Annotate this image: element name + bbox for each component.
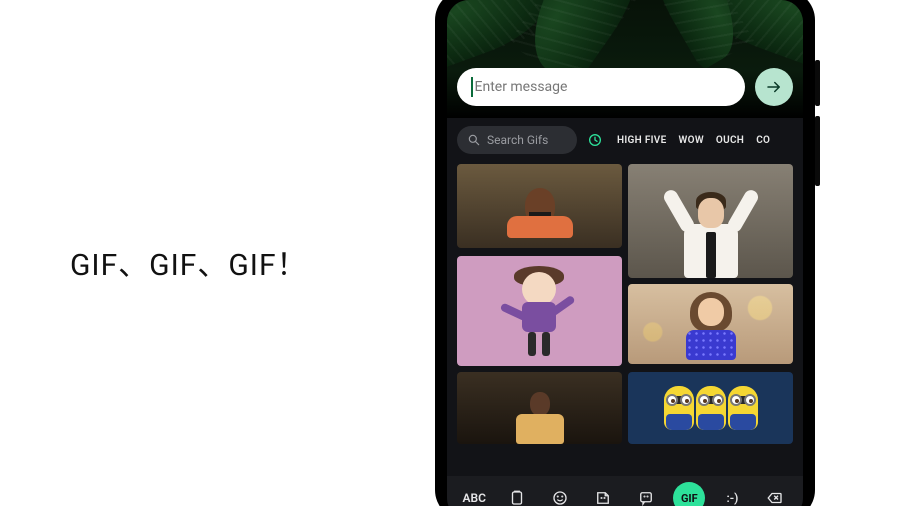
gif-tab-button[interactable]: GIF [673, 482, 705, 506]
gif-category-ouch[interactable]: OUCH [716, 135, 744, 146]
gif-category-strip[interactable]: HIGH FIVE WOW OUCH CO [585, 126, 793, 154]
gif-category-more[interactable]: CO [756, 135, 770, 146]
switch-to-abc-button[interactable]: ABC [459, 482, 490, 506]
phone-side-button-2 [815, 116, 820, 186]
clipboard-button[interactable] [501, 482, 533, 506]
promo-caption: GIF、GIF、GIF！ [70, 240, 308, 284]
keyboard-bottom-bar: ABC GIF :-) [447, 476, 803, 506]
phone-frame: Enter message [435, 0, 815, 506]
gif-keyboard-panel: Search Gifs HIGH FIVE WOW OUCH CO [447, 118, 803, 506]
emoji-icon [551, 489, 569, 506]
message-input[interactable]: Enter message [457, 68, 745, 106]
gif-tile[interactable] [457, 164, 622, 248]
gif-results-grid [447, 160, 803, 476]
gif-tile[interactable] [628, 372, 793, 444]
text-cursor [471, 77, 473, 97]
animated-sticker-button[interactable] [630, 482, 662, 506]
gif-tile[interactable] [628, 284, 793, 364]
send-icon [765, 78, 783, 96]
phone-side-button-1 [815, 60, 820, 106]
sticker-icon [594, 489, 612, 506]
gif-search-input[interactable]: Search Gifs [457, 126, 577, 154]
backspace-button[interactable] [759, 482, 791, 506]
send-button[interactable] [755, 68, 793, 106]
gif-tile[interactable] [457, 372, 622, 444]
clock-icon [587, 132, 603, 148]
message-input-placeholder: Enter message [475, 79, 568, 95]
gif-category-high-five[interactable]: HIGH FIVE [617, 135, 667, 146]
search-icon [467, 133, 481, 147]
chat-wallpaper: Enter message [447, 0, 803, 118]
gif-category-recent[interactable] [585, 126, 605, 154]
emoji-button[interactable] [544, 482, 576, 506]
phone-screen: Enter message [447, 0, 803, 506]
text-face-button[interactable]: :-) [716, 482, 748, 506]
gif-tile[interactable] [457, 256, 622, 366]
clipboard-icon [508, 489, 526, 506]
gif-search-placeholder: Search Gifs [487, 133, 548, 147]
backspace-icon [766, 489, 784, 506]
message-sticker-icon [637, 489, 655, 506]
gif-category-wow[interactable]: WOW [679, 135, 704, 146]
sticker-button[interactable] [587, 482, 619, 506]
gif-tile[interactable] [628, 164, 793, 278]
